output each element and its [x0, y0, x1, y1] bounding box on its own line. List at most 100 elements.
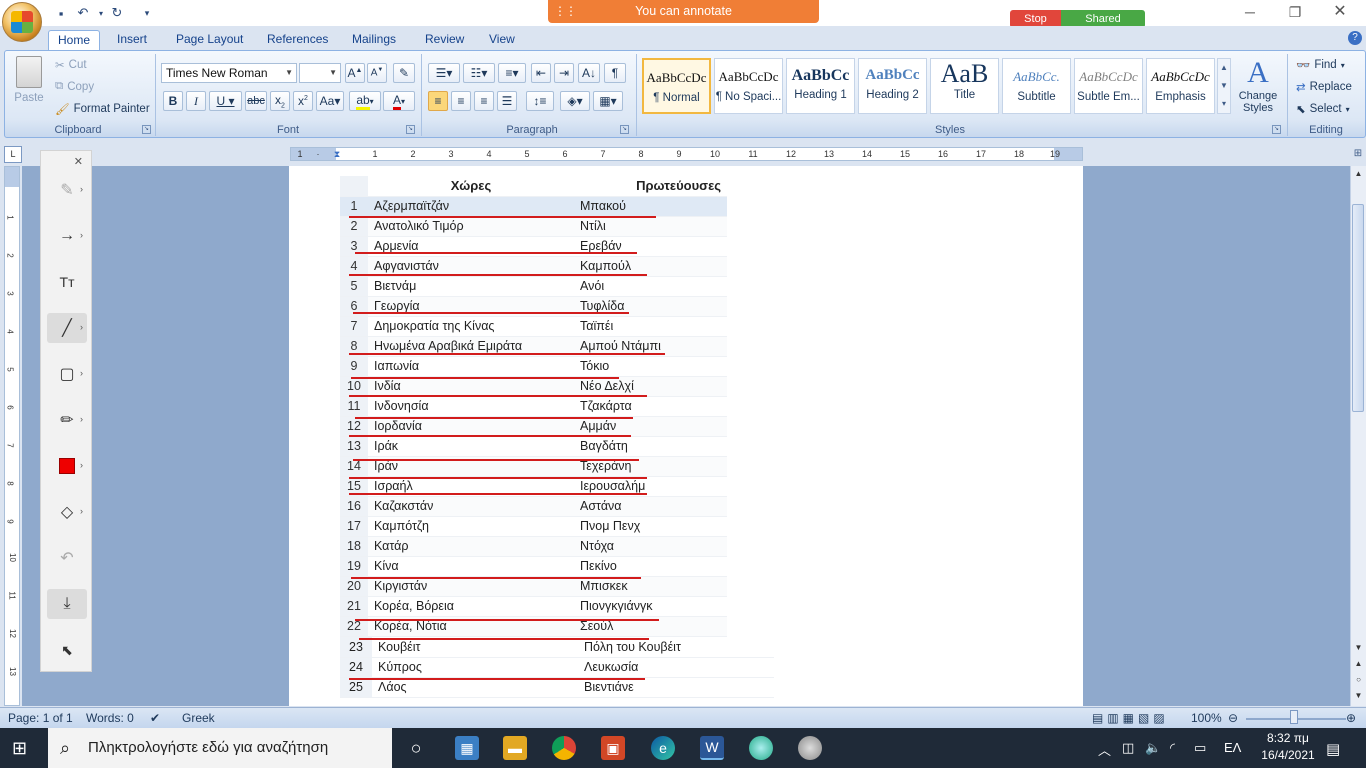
tab-references[interactable]: References	[258, 30, 337, 50]
table-row[interactable]: 21 Κορέα, Βόρεια Πιονγκγιάνγκ	[340, 596, 727, 617]
close-panel-icon[interactable]: ✕	[74, 155, 83, 168]
format-painter-button[interactable]: 🖌 Format Painter	[55, 102, 150, 116]
change-styles-button[interactable]: A Change Styles	[1234, 56, 1282, 118]
eraser-tool[interactable]: ◇ ›	[47, 497, 87, 527]
capital-cell[interactable]: Ντόχα	[574, 536, 727, 557]
subscript-button[interactable]: x2	[270, 91, 290, 111]
numbering-button[interactable]: ☷▾	[463, 63, 495, 83]
capital-cell[interactable]: Καμπούλ	[574, 256, 727, 277]
style-subtle-emphasis[interactable]: AaBbCcDc Subtle Em...	[1074, 58, 1143, 114]
shrink-font-button[interactable]: A▼	[367, 63, 387, 83]
tab-review[interactable]: Review	[416, 30, 473, 50]
table-row[interactable]: 20 Κιργιστάν Μπισκεκ	[340, 576, 727, 597]
input-language[interactable]: ΕΛ	[1224, 740, 1241, 755]
capital-cell[interactable]: Πνομ Πενχ	[574, 516, 727, 537]
font-size-combo[interactable]: ▼	[299, 63, 341, 83]
change-case-button[interactable]: Aa▾	[316, 91, 344, 111]
document-page[interactable]: Χώρες Πρωτεύουσες 1 Αζερμπαϊτζάν Μπακού 2 Αν…	[289, 166, 1083, 706]
table-row[interactable]: 12 Ιορδανία Αμμάν	[340, 416, 727, 437]
file-explorer-icon[interactable]: ▬	[503, 736, 527, 760]
capital-cell[interactable]: Ταϊπέι	[574, 316, 727, 337]
style-title[interactable]: AaB Title	[930, 58, 999, 114]
language-indicator[interactable]: Greek	[182, 711, 215, 725]
country-cell[interactable]: Βιετνάμ	[368, 276, 574, 297]
table-row[interactable]: 18 Κατάρ Ντόχα	[340, 536, 727, 557]
chrome-icon[interactable]	[552, 736, 576, 760]
clipboard-launcher-icon[interactable]: ↘	[142, 125, 151, 134]
calculator-app-icon[interactable]: ▦	[455, 736, 479, 760]
style-normal[interactable]: AaBbCcDc ¶ Normal	[642, 58, 711, 114]
country-cell[interactable]: Λάος	[372, 677, 578, 698]
undo-tool[interactable]: ↶	[47, 543, 87, 573]
capital-cell[interactable]: Αστάνα	[574, 496, 727, 517]
table-row[interactable]: 13 Ιράκ Βαγδάτη	[340, 436, 727, 457]
country-cell[interactable]: Κιργιστάν	[368, 576, 574, 597]
country-cell[interactable]: Κουβέιτ	[372, 637, 578, 658]
capital-cell[interactable]: Μπακού	[574, 196, 727, 217]
capital-cell[interactable]: Λευκωσία	[578, 657, 774, 678]
country-cell[interactable]: Κίνα	[368, 556, 574, 577]
table-row[interactable]: 17 Καμπότζη Πνομ Πενχ	[340, 516, 727, 537]
paste-button[interactable]: Paste	[12, 56, 46, 108]
capital-cell[interactable]: Ντίλι	[574, 216, 727, 237]
capital-cell[interactable]: Πιονγκγιάνγκ	[574, 596, 727, 617]
pointer-tool[interactable]: ⬉	[47, 635, 87, 665]
redo-icon[interactable]: ↻	[108, 4, 126, 22]
country-cell[interactable]: Ιαπωνία	[368, 356, 574, 377]
table-row[interactable]: 25 Λάος Βιεντιάνε	[340, 677, 774, 698]
grow-font-button[interactable]: A▲	[345, 63, 365, 83]
presentation-app-icon[interactable]: ▣	[601, 736, 625, 760]
country-cell[interactable]: Κατάρ	[368, 536, 574, 557]
color-tool[interactable]: ›	[47, 451, 87, 481]
capital-cell[interactable]: Βαγδάτη	[574, 436, 727, 457]
word-app-icon[interactable]: W	[700, 736, 724, 760]
capital-cell[interactable]: Μπισκεκ	[574, 576, 727, 597]
capital-cell[interactable]: Ανόι	[574, 276, 727, 297]
notifications-icon[interactable]: ▤	[1326, 740, 1340, 758]
next-page-icon[interactable]: ▼	[1352, 690, 1365, 702]
country-cell[interactable]: Ινδία	[368, 376, 574, 397]
capital-cell[interactable]: Βιεντιάνε	[578, 677, 774, 698]
country-cell[interactable]: Αζερμπαϊτζάν	[368, 196, 574, 217]
country-cell[interactable]: Δημοκρατία της Κίνας	[368, 316, 574, 337]
scroll-thumb[interactable]	[1352, 204, 1364, 412]
word-count[interactable]: Words: 0	[86, 711, 134, 725]
tab-view[interactable]: View	[480, 30, 524, 50]
close-icon[interactable]: ✕	[1330, 4, 1350, 20]
minimize-icon[interactable]: ─	[1240, 4, 1260, 20]
network-icon[interactable]: ◜	[1170, 740, 1175, 756]
scroll-up-icon[interactable]: ▲	[1352, 168, 1365, 180]
tab-home[interactable]: Home	[48, 30, 101, 50]
table-row[interactable]: 7 Δημοκρατία της Κίνας Ταϊπέι	[340, 316, 727, 337]
view-ruler-icon[interactable]: ⊞	[1351, 148, 1365, 162]
country-cell[interactable]: Αφγανιστάν	[368, 256, 574, 277]
view-buttons[interactable]: ▤▥▦▧▨	[1092, 711, 1169, 725]
task-view-icon[interactable]: ○	[404, 736, 428, 760]
tab-insert[interactable]: Insert	[108, 30, 156, 50]
highlight-button[interactable]: ab ▾	[349, 91, 381, 111]
bold-button[interactable]: B	[163, 91, 183, 111]
help-icon[interactable]: ?	[1348, 31, 1362, 45]
table-row[interactable]: 16 Καζακστάν Αστάνα	[340, 496, 727, 517]
increase-indent-button[interactable]: ⇥	[554, 63, 574, 83]
country-cell[interactable]: Ιράκ	[368, 436, 574, 457]
zoom-slider-thumb[interactable]	[1290, 710, 1298, 724]
windows-start-icon[interactable]: ⊞	[12, 738, 32, 758]
styles-launcher-icon[interactable]: ↘	[1272, 125, 1281, 134]
shading-button[interactable]: ◈▾	[560, 91, 590, 111]
vertical-scrollbar[interactable]: ▲ ▼ ▲ ○ ▼	[1350, 166, 1366, 706]
decrease-indent-button[interactable]: ⇤	[531, 63, 551, 83]
sort-button[interactable]: A↓	[578, 63, 600, 83]
text-tool[interactable]: Tт	[47, 267, 87, 297]
replace-button[interactable]: ⇄ Replace	[1296, 80, 1352, 94]
table-row[interactable]: 4 Αφγανιστάν Καμπούλ	[340, 256, 727, 277]
font-color-button[interactable]: A ▾	[383, 91, 415, 111]
table-row[interactable]: 24 Κύπρος Λευκωσία	[340, 657, 774, 678]
borders-button[interactable]: ▦▾	[593, 91, 623, 111]
style-emphasis[interactable]: AaBbCcDc Emphasis	[1146, 58, 1215, 114]
previous-page-icon[interactable]: ▲	[1352, 658, 1365, 670]
table-row[interactable]: 1 Αζερμπαϊτζάν Μπακού	[340, 196, 727, 217]
line-tool[interactable]: ╱ ›	[47, 313, 87, 343]
edge-icon[interactable]: e	[651, 736, 675, 760]
vertical-ruler[interactable]: 1 2 3 4 5 6 7 8 9 10 11 12 13	[4, 166, 20, 706]
